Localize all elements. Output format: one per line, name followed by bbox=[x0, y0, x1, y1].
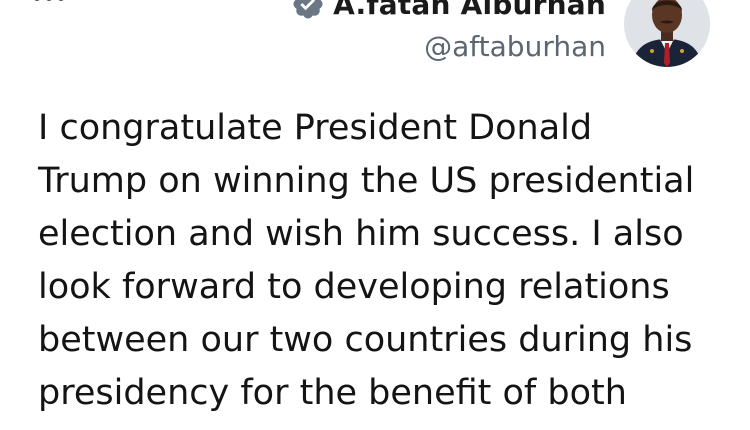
avatar-portrait bbox=[624, 0, 710, 67]
more-dot bbox=[46, 0, 52, 1]
tweet-text-line: look forward to developing relations bbox=[38, 267, 670, 307]
verified-badge-icon bbox=[293, 0, 323, 19]
more-options-button[interactable] bbox=[34, 0, 74, 10]
author-avatar[interactable] bbox=[624, 0, 710, 67]
tweet-text-line: presidency for the benefit of both bbox=[38, 373, 627, 413]
author-display-name: A.fatah Alburhan bbox=[333, 0, 606, 21]
tweet-text-line: between our two countries during his bbox=[38, 320, 693, 360]
tweet-text: I congratulate President Donald Trump on… bbox=[38, 102, 728, 420]
author-handle: @aftaburhan bbox=[424, 30, 606, 63]
author-name-row: A.fatah Alburhan bbox=[186, 0, 606, 22]
tweet-text-line: election and wish him success. I also bbox=[38, 214, 684, 254]
tweet-author[interactable]: A.fatah Alburhan @aftaburhan bbox=[186, 0, 606, 63]
more-dot bbox=[34, 0, 40, 1]
tweet-text-line: I congratulate President Donald bbox=[38, 108, 593, 148]
more-dot bbox=[58, 0, 64, 1]
tweet-text-line: Trump on winning the US presidential bbox=[38, 161, 695, 201]
tweet-view: A.fatah Alburhan @aftaburhan I congratul… bbox=[0, 0, 750, 430]
